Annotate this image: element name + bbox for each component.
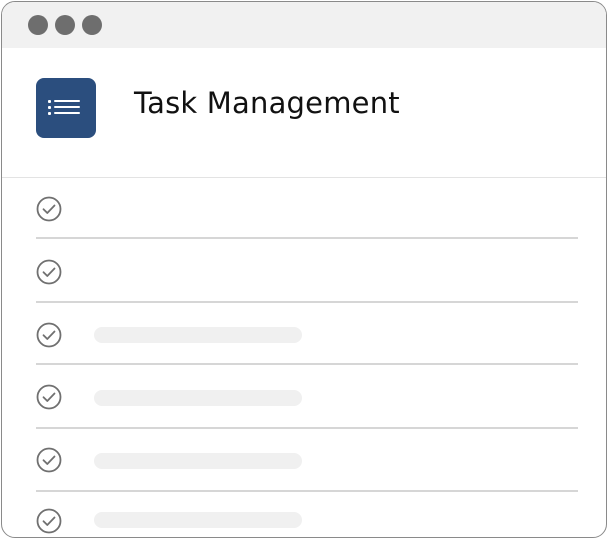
app-header: Task Management bbox=[2, 48, 606, 178]
check-circle-icon[interactable] bbox=[36, 322, 62, 348]
task-row[interactable] bbox=[2, 366, 606, 429]
close-window-button[interactable] bbox=[28, 15, 48, 35]
check-circle-icon[interactable] bbox=[36, 508, 62, 534]
task-row[interactable] bbox=[2, 241, 606, 304]
task-row[interactable] bbox=[2, 492, 606, 537]
minimize-window-button[interactable] bbox=[55, 15, 75, 35]
check-circle-icon[interactable] bbox=[36, 196, 62, 222]
divider bbox=[36, 363, 578, 365]
list-icon[interactable] bbox=[36, 78, 96, 138]
task-row[interactable] bbox=[2, 429, 606, 492]
page-title: Task Management bbox=[134, 86, 400, 120]
divider bbox=[36, 237, 578, 239]
app-window: Task Management bbox=[1, 1, 607, 538]
task-text-placeholder bbox=[94, 512, 302, 528]
window-titlebar bbox=[2, 2, 606, 48]
task-row[interactable] bbox=[2, 178, 606, 241]
task-text-placeholder bbox=[94, 390, 302, 406]
task-text-placeholder bbox=[94, 327, 302, 343]
check-circle-icon[interactable] bbox=[36, 259, 62, 285]
check-circle-icon[interactable] bbox=[36, 447, 62, 473]
check-circle-icon[interactable] bbox=[36, 384, 62, 410]
maximize-window-button[interactable] bbox=[82, 15, 102, 35]
task-text-placeholder bbox=[94, 453, 302, 469]
task-row[interactable] bbox=[2, 303, 606, 366]
